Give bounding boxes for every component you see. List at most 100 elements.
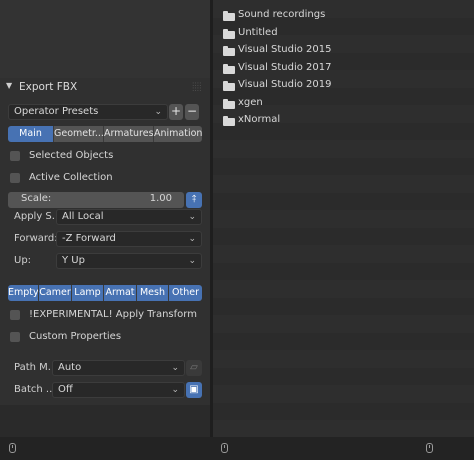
object-type-other[interactable]: Other	[169, 285, 202, 301]
list-stripe	[213, 332, 474, 350]
tab-animation[interactable]: Animation	[154, 126, 202, 142]
mouse-icon	[9, 443, 16, 453]
folder-icon	[223, 46, 235, 56]
apply-scalings-label: Apply S...	[14, 211, 62, 222]
forward-axis-dropdown[interactable]: -Z Forward ⌄	[56, 231, 202, 247]
list-stripe	[213, 262, 474, 280]
tab-geometry[interactable]: Geometr...	[54, 126, 104, 142]
folder-icon	[223, 98, 235, 109]
list-item[interactable]: xNormal	[213, 112, 474, 130]
selected-objects-checkbox[interactable]	[10, 151, 20, 161]
status-bar	[0, 437, 474, 460]
section-tabs: Main Geometr... Armatures Animation	[8, 126, 202, 142]
batch-mode-value: Off	[58, 384, 73, 395]
object-type-camera[interactable]: Camer	[39, 285, 72, 301]
object-type-armature[interactable]: Armat	[104, 285, 137, 301]
list-stripe	[213, 350, 474, 368]
operator-presets-label: Operator Presets	[14, 106, 99, 117]
file-browser-list: Sound recordings Untitled Visual Studio …	[213, 0, 474, 438]
selected-objects-label: Selected Objects	[29, 150, 114, 161]
panel-empty-area	[0, 0, 210, 78]
list-item[interactable]: xgen	[213, 95, 474, 113]
list-stripe	[213, 245, 474, 263]
apply-scalings-value: All Local	[62, 211, 104, 222]
folder-icon	[223, 116, 235, 126]
scale-field[interactable]: Scale: 1.00	[8, 192, 184, 208]
panel-bottom-area	[0, 405, 210, 437]
object-type-mesh[interactable]: Mesh	[137, 285, 169, 301]
folder-icon	[223, 81, 235, 91]
export-fbx-header[interactable]: ▼ Export FBX ::::::::	[0, 78, 210, 96]
list-item[interactable]: Visual Studio 2019	[213, 77, 474, 95]
list-stripe	[213, 297, 474, 315]
object-type-empty[interactable]: Empty	[8, 285, 39, 301]
up-label: Up:	[14, 255, 32, 266]
chevron-down-icon: ⌄	[171, 385, 179, 395]
folder-icon	[223, 28, 235, 39]
folder-icon	[223, 63, 235, 74]
chevron-down-icon: ⌄	[154, 107, 162, 117]
apply-transform-label: !EXPERIMENTAL! Apply Transform	[29, 309, 197, 320]
up-axis-dropdown[interactable]: Y Up ⌄	[56, 253, 202, 269]
path-mode-label: Path M...	[14, 362, 58, 373]
list-stripe	[213, 280, 474, 298]
folder-name: Untitled	[238, 26, 278, 38]
list-stripe	[213, 367, 474, 385]
lock-icon[interactable]: ⤉	[186, 192, 202, 208]
list-stripe	[213, 227, 474, 245]
forward-axis-value: -Z Forward	[62, 233, 116, 244]
chevron-down-icon: ⌄	[171, 363, 179, 373]
batch-own-dir-icon[interactable]: ▣	[186, 382, 202, 398]
folder-name: xgen	[238, 96, 263, 108]
object-type-lamp[interactable]: Lamp	[72, 285, 104, 301]
remove-preset-button[interactable]: −	[185, 104, 199, 120]
list-stripe	[213, 192, 474, 210]
apply-scalings-dropdown[interactable]: All Local ⌄	[56, 209, 202, 225]
apply-transform-checkbox[interactable]	[10, 310, 20, 320]
scale-label: Scale:	[21, 193, 52, 204]
up-axis-value: Y Up	[62, 255, 85, 266]
path-mode-dropdown[interactable]: Auto ⌄	[52, 360, 185, 376]
drag-handle-icon[interactable]: ::::::::	[192, 81, 202, 93]
list-item-clipped[interactable]	[213, 0, 474, 2]
batch-mode-dropdown[interactable]: Off ⌄	[52, 382, 185, 398]
active-collection-checkbox[interactable]	[10, 173, 20, 183]
chevron-down-icon: ⌄	[188, 256, 196, 266]
folder-name: Visual Studio 2019	[238, 79, 332, 90]
list-item[interactable]: Sound recordings	[213, 7, 474, 25]
custom-properties-checkbox[interactable]	[10, 332, 20, 342]
folder-name: Sound recordings	[238, 9, 326, 20]
folder-icon	[223, 11, 235, 21]
folder-name: Visual Studio 2017	[238, 61, 332, 73]
list-stripe	[213, 385, 474, 403]
collapse-arrow-icon[interactable]: ▼	[6, 81, 12, 90]
list-stripe	[213, 210, 474, 228]
operator-presets-dropdown[interactable]: Operator Presets ⌄	[8, 104, 168, 120]
folder-name: xNormal	[238, 114, 281, 125]
list-stripe	[213, 175, 474, 193]
list-stripe	[213, 315, 474, 333]
forward-label: Forward:	[14, 233, 58, 244]
list-item[interactable]: Visual Studio 2017	[213, 60, 474, 78]
add-preset-button[interactable]: +	[169, 104, 183, 120]
list-stripe	[213, 157, 474, 175]
mouse-icon	[426, 443, 433, 453]
list-item[interactable]: Visual Studio 2015	[213, 42, 474, 60]
chevron-down-icon: ⌄	[188, 212, 196, 222]
path-mode-value: Auto	[58, 362, 82, 373]
object-types-toggles: Empty Camer Lamp Armat Mesh Other	[8, 285, 202, 301]
export-settings-panel: ▼ Export FBX :::::::: Operator Presets ⌄…	[0, 0, 210, 437]
embed-textures-icon[interactable]: ▱	[186, 360, 202, 376]
tab-main[interactable]: Main	[8, 126, 54, 142]
tab-armatures[interactable]: Armatures	[104, 126, 154, 142]
list-stripe	[213, 140, 474, 158]
list-item[interactable]: Untitled	[213, 25, 474, 43]
active-collection-label: Active Collection	[29, 172, 113, 183]
chevron-down-icon: ⌄	[188, 234, 196, 244]
folder-name: Visual Studio 2015	[238, 44, 332, 55]
list-stripe	[213, 420, 474, 438]
panel-title: Export FBX	[19, 81, 78, 93]
mouse-icon	[221, 443, 228, 453]
scale-value: 1.00	[149, 193, 172, 204]
batch-mode-label: Batch ...	[14, 384, 56, 395]
